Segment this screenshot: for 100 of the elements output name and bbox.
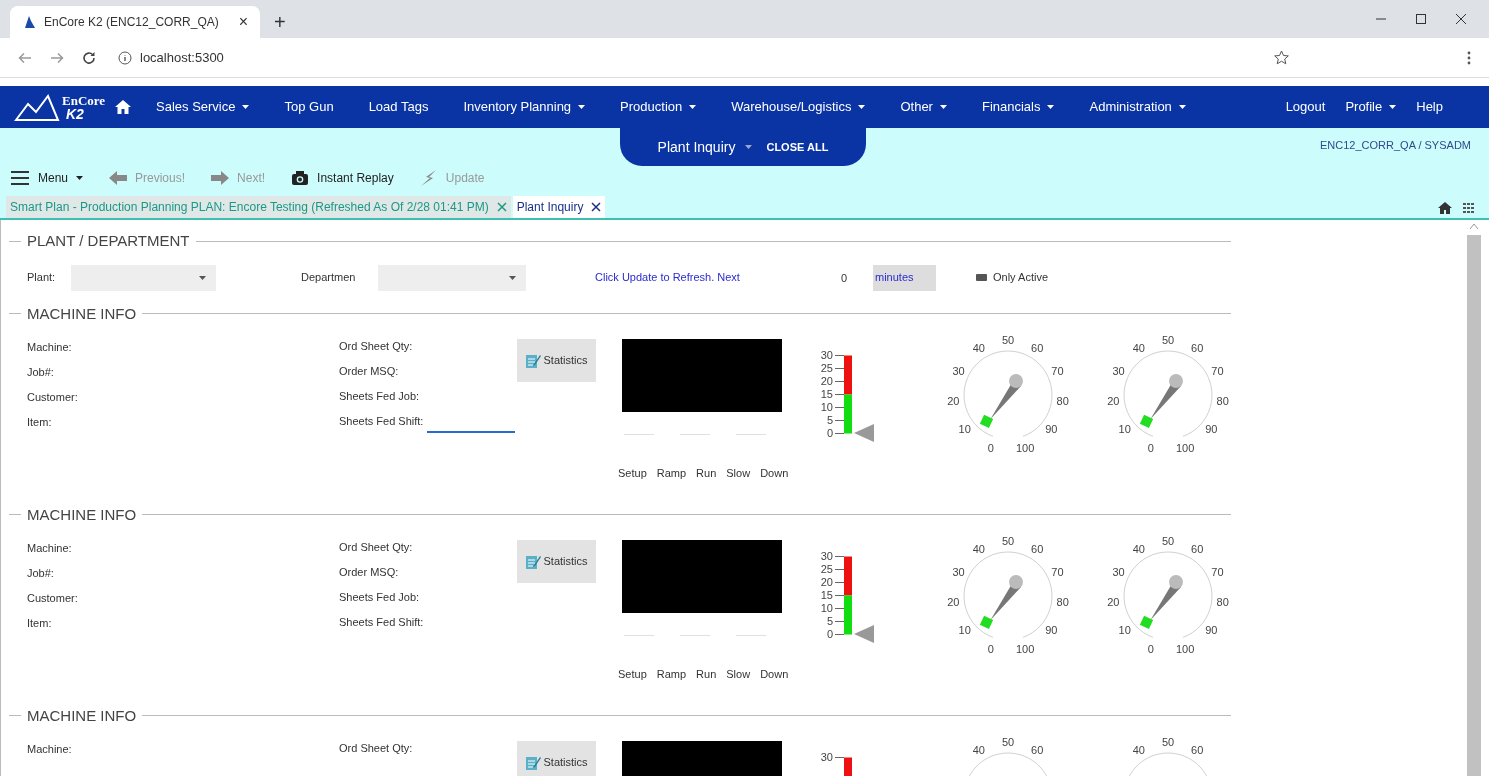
nav-menu-item[interactable]: Top Gun (284, 97, 334, 117)
edit-note-icon (525, 553, 542, 570)
dial-tick-label: 100 (1175, 442, 1195, 454)
statistics-button[interactable]: Statistics (517, 540, 596, 583)
reload-icon[interactable] (82, 50, 96, 65)
star-icon[interactable] (1274, 50, 1289, 65)
caret-icon (242, 105, 250, 109)
dial-tick-label: 50 (1161, 334, 1175, 346)
dial-tick-label: 70 (1051, 365, 1064, 377)
nav-menu-item[interactable]: Other (900, 97, 947, 117)
dial-tick-label: 30 (952, 566, 965, 578)
gauge-tick-label: 0 (826, 428, 833, 439)
nav-menu-item[interactable]: Financials (981, 97, 1055, 117)
nav-menu-item[interactable]: Load Tags (368, 97, 429, 117)
scrollbar-thumb[interactable] (1467, 235, 1481, 776)
statistics-button[interactable]: Statistics (517, 339, 596, 382)
dial-tick-label: 50 (1001, 535, 1015, 547)
field-label: Customer: (27, 591, 78, 607)
caret-icon (1047, 105, 1055, 109)
field-label: Sheets Fed Shift: (339, 614, 424, 630)
field-label: Order MSQ: (339, 564, 399, 580)
caret-icon (1389, 105, 1397, 109)
dial-tick-label: 50 (1161, 736, 1175, 748)
caret-icon (509, 275, 516, 280)
caret-icon (939, 105, 947, 109)
caret-icon (578, 105, 586, 109)
scroll-up-icon[interactable] (1470, 224, 1478, 229)
caret-icon (1178, 105, 1186, 109)
gauge-tick-label: 20 (820, 577, 833, 588)
gauge-tick-label: 10 (820, 402, 833, 413)
phase-label: Down (760, 466, 789, 481)
mountain-icon (14, 92, 60, 122)
dial-tick-label: 40 (1132, 342, 1145, 354)
nav-menu-item[interactable]: Inventory Planning (463, 97, 586, 117)
nav-menu-item[interactable]: Warehouse/Logistics (731, 97, 866, 117)
edit-note-icon (525, 352, 542, 369)
gauge-tick-label: 25 (820, 564, 833, 575)
dial-tick-label: 70 (1211, 365, 1224, 377)
caret-icon (689, 105, 697, 109)
gauge-tick-label: 30 (820, 551, 833, 562)
dial-tick-label: 20 (947, 395, 960, 407)
nav-menu-item[interactable]: Sales Service (156, 97, 250, 117)
dial-tick-label: 20 (1107, 596, 1120, 608)
close-icon[interactable]: × (238, 14, 248, 30)
new-tab-button[interactable]: + (274, 12, 286, 32)
screen-tab[interactable]: Plant Inquiry (512, 196, 606, 218)
phase-label: Setup (618, 466, 647, 481)
address-field[interactable]: localhost:5300 (114, 42, 1256, 73)
nav-menu-item[interactable]: Logout (1285, 97, 1326, 117)
field-label: Job#: (27, 566, 54, 582)
forward-icon[interactable] (50, 51, 64, 64)
toolbar-button[interactable]: Menu (10, 169, 84, 188)
close-icon[interactable] (1455, 13, 1467, 25)
home-icon[interactable] (114, 99, 132, 115)
minutes-unit: minutes (873, 264, 936, 291)
dial-tick-label: 70 (1211, 566, 1224, 578)
field-label: Machine: (27, 742, 72, 758)
field-label: Ord Sheet Qty: (339, 539, 413, 555)
gauge-tick-label: 10 (820, 603, 833, 614)
nav-menu-item[interactable]: Administration (1089, 97, 1186, 117)
gauge-tick-label: 15 (820, 389, 833, 400)
dial-tick-label: 90 (1205, 423, 1218, 435)
dial-tick-label: 60 (1031, 744, 1044, 756)
browser-tab[interactable]: EnCore K2 (ENC12_CORR_QA) × (10, 6, 260, 38)
field-label: Machine: (27, 340, 72, 356)
screen-title-tab[interactable]: Plant Inquiry CLOSE ALL (620, 128, 866, 166)
phase-label: Down (760, 667, 789, 682)
phase-label: Slow (726, 466, 751, 481)
gauge-tick-label: 25 (820, 363, 833, 374)
toggle-checkbox[interactable] (976, 274, 987, 281)
nav-menu-item[interactable]: Help (1416, 97, 1443, 117)
dial-tick-label: 80 (1216, 596, 1229, 608)
more-options-icon[interactable] (1467, 50, 1471, 65)
nav-menu-item[interactable]: Profile (1345, 97, 1397, 117)
nav-menu-item[interactable]: Production (620, 97, 697, 117)
dial-tick-label: 0 (1147, 442, 1154, 454)
info-icon (118, 50, 132, 65)
maximize-icon[interactable] (1415, 13, 1427, 25)
field-label: Customer: (27, 390, 78, 406)
dial-tick-label: 40 (972, 744, 985, 756)
dropdown-field[interactable] (378, 264, 526, 291)
dial-tick-label: 90 (1045, 423, 1058, 435)
dropdown-field[interactable] (71, 264, 216, 291)
dial-tick-label: 40 (1132, 744, 1145, 756)
dial-tick-label: 100 (1175, 643, 1195, 655)
grid-icon[interactable] (1463, 203, 1475, 213)
gauge-tick-label: 30 (820, 350, 833, 361)
dial-tick-label: 10 (1118, 423, 1131, 435)
refresh-link[interactable]: Click Update to Refresh. Next (595, 269, 831, 286)
dial-tick-label: 50 (1001, 334, 1015, 346)
toolbar-button[interactable]: Instant Replay (291, 169, 394, 188)
close-icon[interactable] (591, 202, 602, 212)
statistics-button[interactable]: Statistics (517, 741, 596, 776)
tab-title: EnCore K2 (ENC12_CORR_QA) (44, 14, 220, 31)
dial-tick-label: 90 (1205, 624, 1218, 636)
back-icon[interactable] (18, 51, 32, 64)
gauge-tick-label: 15 (820, 590, 833, 601)
menu-icon (10, 170, 30, 187)
home-icon[interactable] (1437, 201, 1453, 215)
field-label: Machine: (27, 541, 72, 557)
